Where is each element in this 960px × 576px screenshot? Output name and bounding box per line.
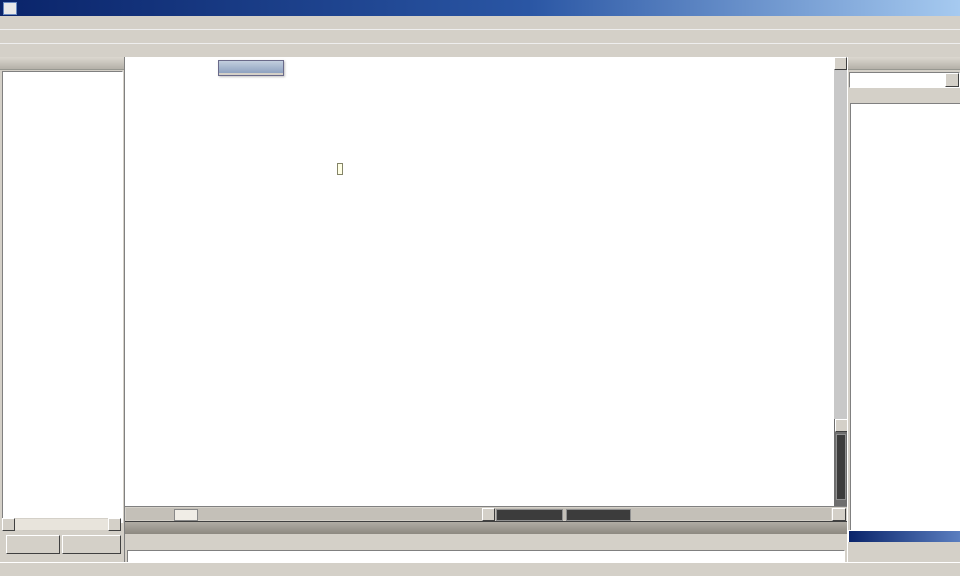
actions-panel [848,530,960,562]
actions-panel-title [848,530,960,542]
results-tree [2,71,123,523]
toolbar-main [0,29,960,44]
command-line-panel [125,521,847,563]
pin-icon[interactable] [821,523,832,533]
pin-icon[interactable] [99,58,110,68]
command-toolbar [125,534,847,549]
scroll-right-icon[interactable] [108,518,121,531]
view-bottom-bar [125,506,847,521]
menu-bar [0,16,960,30]
chevron-down-icon[interactable] [945,73,959,87]
scroll-up-icon[interactable] [834,57,847,70]
scrollbar-thumb[interactable] [566,509,631,521]
scroll-left-icon[interactable] [2,518,15,531]
chevron-down-icon[interactable] [258,62,269,72]
properties-panel [847,57,960,562]
model-3d-view[interactable] [125,57,834,506]
close-icon[interactable] [833,523,844,533]
close-icon[interactable] [948,58,959,68]
vertical-scrollbar[interactable] [834,57,847,506]
view-toolbar-header[interactable] [219,61,283,73]
toolbar-structure [0,43,960,58]
splitter-handle[interactable] [174,509,198,521]
main-area [0,57,960,562]
scrollbar-corner[interactable] [832,508,846,521]
scroll-track[interactable] [15,519,108,530]
document-view [125,57,847,562]
member-tooltip [337,163,343,175]
wireframe-model[interactable] [125,57,834,506]
properties-panel-header [848,57,960,70]
close-icon[interactable] [270,62,281,72]
scroll-left-icon[interactable] [482,508,495,521]
schliessen-button[interactable] [62,535,121,554]
neu-button[interactable] [6,535,60,554]
properties-combo-row [848,70,960,88]
title-bar [0,0,960,16]
horizontal-scrollbar[interactable] [126,508,831,520]
scrollbar-thumb[interactable] [836,434,846,500]
results-panel-header [0,57,124,70]
status-bar [0,562,960,576]
result-type-combo[interactable] [849,72,960,88]
close-icon[interactable] [111,58,122,68]
property-grid [850,103,960,532]
view-toolbar-icons [219,73,283,75]
properties-actions-2 [848,88,960,90]
tree-horizontal-scrollbar[interactable] [2,518,121,530]
results-panel [0,57,125,562]
document-icon[interactable] [3,17,16,28]
view-toolbar [218,60,284,76]
app-icon[interactable] [3,2,17,15]
pin-icon[interactable] [936,58,947,68]
command-panel-header [125,522,847,534]
scrollbar-thumb[interactable] [496,509,563,521]
